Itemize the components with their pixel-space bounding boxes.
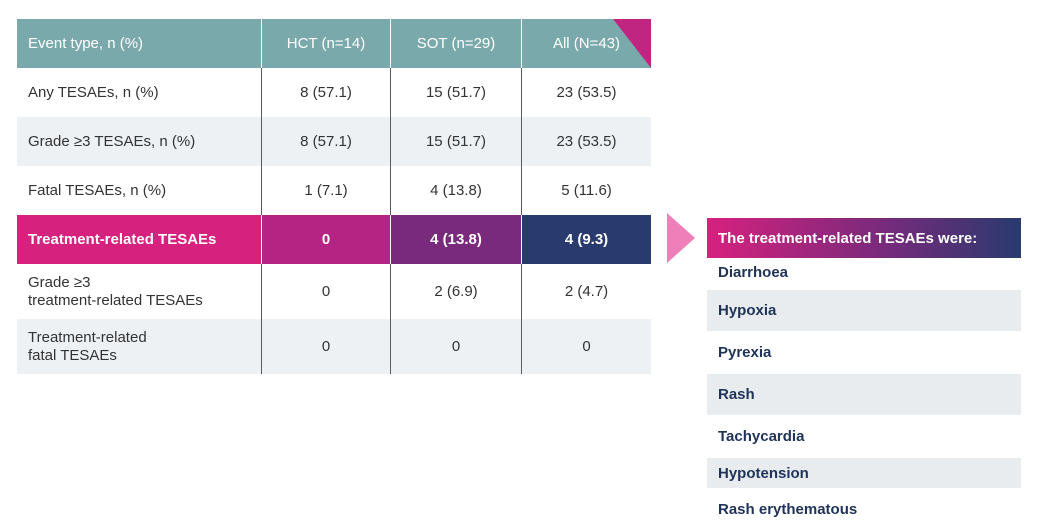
header-event-type: Event type, n (%): [28, 35, 144, 52]
header-hct: HCT (n=14): [261, 19, 390, 68]
row-hct: 0: [261, 319, 390, 374]
row-hct: 1 (7.1): [261, 166, 390, 215]
row-hct: 8 (57.1): [261, 117, 390, 166]
row-sot: 2 (6.9): [390, 264, 521, 319]
row-sot: 4 (13.8): [390, 215, 521, 264]
table-row: Any TESAEs, n (%) 8 (57.1) 15 (51.7) 23 …: [17, 68, 651, 117]
header-corner-accent: [613, 19, 651, 68]
row-hct: 0: [261, 215, 390, 264]
row-label: Grade ≥3 treatment-related TESAEs: [17, 264, 261, 319]
treatment-related-list: The treatment-related TESAEs were: Diarr…: [707, 218, 1021, 530]
row-sot: 15 (51.7): [390, 68, 521, 117]
row-label-line2: fatal TESAEs: [28, 346, 117, 364]
tesae-table: Event type, n (%) HCT (n=14) SOT (n=29) …: [17, 19, 651, 374]
list-item: Tachycardia: [718, 428, 805, 445]
row-all: 5 (11.6): [521, 166, 651, 215]
row-all: 23 (53.5): [521, 68, 651, 117]
row-label-line1: Treatment-related: [28, 328, 147, 346]
row-all: 0: [521, 319, 651, 374]
row-label: Any TESAEs, n (%): [28, 84, 159, 101]
row-all: 23 (53.5): [521, 117, 651, 166]
row-sot: 0: [390, 319, 521, 374]
row-label-line2: treatment-related TESAEs: [28, 291, 203, 309]
list-title: The treatment-related TESAEs were:: [707, 218, 1021, 258]
list-item: Rash: [707, 374, 1021, 415]
row-label-line1: Grade ≥3: [28, 273, 91, 291]
table-row: Grade ≥3 TESAEs, n (%) 8 (57.1) 15 (51.7…: [17, 117, 651, 166]
row-all: 4 (9.3): [521, 215, 651, 264]
table-row-highlighted: Treatment-related TESAEs 0 4 (13.8) 4 (9…: [17, 215, 651, 264]
table-header-row: Event type, n (%) HCT (n=14) SOT (n=29) …: [17, 19, 651, 68]
table-row: Fatal TESAEs, n (%) 1 (7.1) 4 (13.8) 5 (…: [17, 166, 651, 215]
list-item: Hypoxia: [707, 290, 1021, 331]
list-item: Rash erythematous: [718, 500, 858, 518]
row-sot: 4 (13.8): [390, 166, 521, 215]
row-hct: 8 (57.1): [261, 68, 390, 117]
list-item: Hypotension: [707, 458, 1021, 488]
row-hct: 0: [261, 264, 390, 319]
row-sot: 15 (51.7): [390, 117, 521, 166]
header-sot: SOT (n=29): [390, 19, 521, 68]
row-label: Treatment-related fatal TESAEs: [17, 319, 261, 374]
list-item: Diarrhoea: [718, 264, 789, 281]
row-all: 2 (4.7): [521, 264, 651, 319]
row-label: Treatment-related TESAEs: [17, 215, 261, 264]
row-label: Grade ≥3 TESAEs, n (%): [28, 133, 196, 150]
row-label: Fatal TESAEs, n (%): [28, 182, 167, 199]
table-row: Treatment-related fatal TESAEs 0 0 0: [17, 319, 651, 374]
list-item: Pyrexia: [718, 344, 772, 361]
pointer-arrow-icon: [667, 213, 695, 263]
table-row: Grade ≥3 treatment-related TESAEs 0 2 (6…: [17, 264, 651, 319]
